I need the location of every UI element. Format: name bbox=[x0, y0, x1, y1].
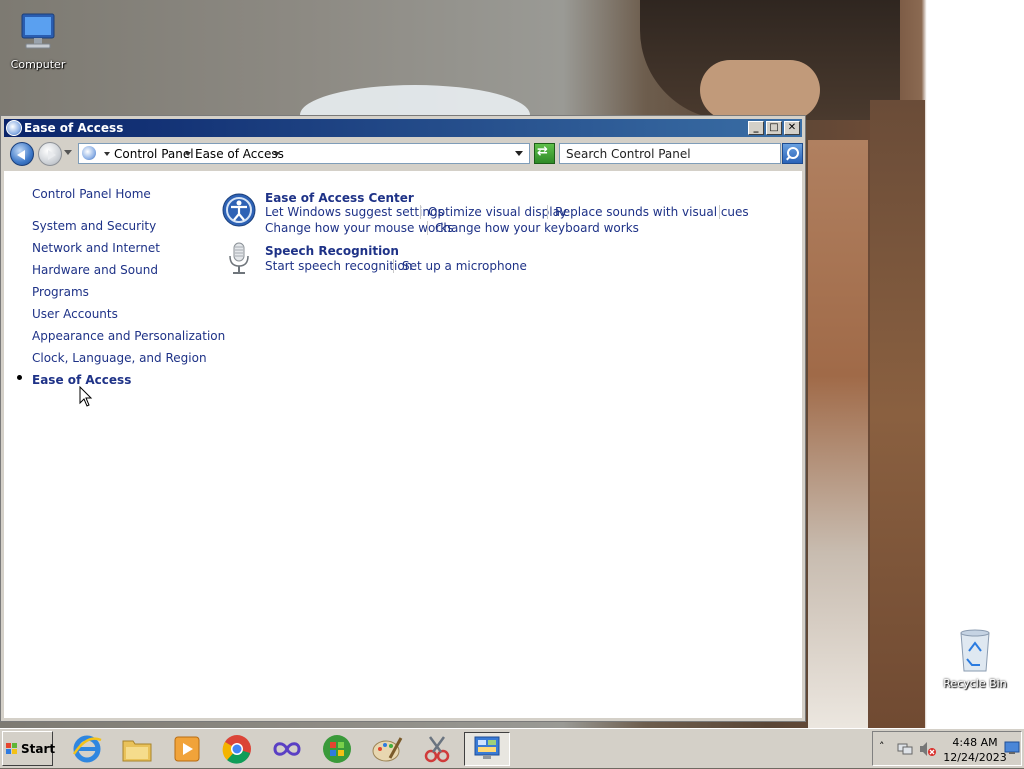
windows-logo-icon bbox=[6, 743, 18, 755]
task-separator bbox=[420, 205, 421, 219]
breadcrumb-item-ease-of-access[interactable]: Ease of Access bbox=[195, 147, 284, 161]
control-panel-icon bbox=[82, 146, 96, 160]
start-label: Start bbox=[21, 742, 56, 756]
window-titlebar[interactable]: Ease of Access _ □ ✕ bbox=[4, 119, 802, 137]
nav-clock-language-region[interactable]: Clock, Language, and Region bbox=[32, 351, 207, 365]
chevron-down-icon[interactable] bbox=[104, 152, 110, 156]
section-title-speech-recognition[interactable]: Speech Recognition bbox=[265, 244, 399, 258]
computer-icon bbox=[16, 10, 60, 54]
task-separator bbox=[393, 259, 394, 273]
network-icon[interactable] bbox=[897, 741, 913, 760]
recent-pages-dropdown-icon[interactable] bbox=[64, 150, 72, 155]
desktop-icon-recycle-bin[interactable]: Recycle Bin bbox=[937, 625, 1013, 690]
nav-ease-of-access[interactable]: Ease of Access bbox=[32, 373, 131, 387]
recycle-bin-icon bbox=[955, 625, 995, 673]
task-start-speech-recognition[interactable]: Start speech recognition bbox=[265, 259, 412, 273]
close-button[interactable]: ✕ bbox=[784, 121, 800, 135]
ease-of-access-icon bbox=[6, 120, 22, 136]
task-separator bbox=[719, 205, 720, 219]
chrome-icon[interactable] bbox=[220, 732, 254, 766]
task-set-up-microphone[interactable]: Set up a microphone bbox=[402, 259, 527, 273]
back-button[interactable] bbox=[10, 142, 34, 166]
task-separator bbox=[427, 221, 428, 235]
address-bar-row: Control Panel Ease of Access Search Cont… bbox=[4, 138, 803, 169]
desktop-icon-label: Computer bbox=[10, 58, 66, 71]
nav-system-and-security[interactable]: System and Security bbox=[32, 219, 156, 233]
start-button[interactable]: Start bbox=[2, 731, 56, 766]
task-separator bbox=[547, 205, 548, 219]
infinity-app-icon[interactable] bbox=[270, 732, 304, 766]
snipping-tool-icon[interactable] bbox=[420, 732, 454, 766]
breadcrumb[interactable]: Control Panel Ease of Access bbox=[78, 143, 530, 164]
nav-hardware-and-sound[interactable]: Hardware and Sound bbox=[32, 263, 158, 277]
taskbar: Start ˄ 4:48 AM 12/24/2023 bbox=[0, 728, 1024, 768]
search-input[interactable]: Search Control Panel bbox=[559, 143, 781, 164]
section-title-ease-of-access-center[interactable]: Ease of Access Center bbox=[265, 191, 414, 205]
chevron-down-icon[interactable] bbox=[185, 152, 191, 156]
desktop-icon-computer[interactable]: Computer bbox=[0, 10, 76, 71]
forward-button[interactable] bbox=[38, 142, 62, 166]
nav-network-and-internet[interactable]: Network and Internet bbox=[32, 241, 160, 255]
nav-control-panel-home[interactable]: Control Panel Home bbox=[32, 187, 151, 201]
current-page-bullet bbox=[17, 375, 22, 380]
maximize-button[interactable]: □ bbox=[766, 121, 782, 135]
mouse-cursor-icon bbox=[79, 386, 93, 407]
show-desktop-icon[interactable] bbox=[1004, 741, 1020, 758]
address-dropdown-icon[interactable] bbox=[515, 151, 523, 156]
control-panel-window: Ease of Access _ □ ✕ Control Panel Ease … bbox=[0, 115, 806, 722]
clock-date[interactable]: 12/24/2023 bbox=[941, 751, 1009, 764]
volume-muted-icon[interactable] bbox=[919, 741, 937, 760]
search-button[interactable] bbox=[782, 143, 803, 164]
ease-of-access-icon bbox=[222, 193, 256, 230]
system-tray: ˄ 4:48 AM 12/24/2023 bbox=[872, 731, 1022, 766]
refresh-button[interactable] bbox=[534, 143, 555, 164]
windows-media-center-icon[interactable] bbox=[320, 732, 354, 766]
nav-user-accounts[interactable]: User Accounts bbox=[32, 307, 118, 321]
control-panel-taskbar-icon[interactable] bbox=[464, 732, 510, 766]
clock-time[interactable]: 4:48 AM bbox=[945, 736, 1005, 749]
minimize-button[interactable]: _ bbox=[748, 121, 764, 135]
nav-programs[interactable]: Programs bbox=[32, 285, 89, 299]
content-pane: Control Panel Home System and Security N… bbox=[4, 171, 802, 718]
media-player-icon[interactable] bbox=[170, 732, 204, 766]
task-let-windows-suggest-settings[interactable]: Let Windows suggest settings bbox=[265, 205, 444, 219]
show-hidden-icons-icon[interactable]: ˄ bbox=[879, 740, 885, 753]
window-title: Ease of Access bbox=[24, 121, 124, 135]
task-change-keyboard[interactable]: Change how your keyboard works bbox=[435, 221, 639, 235]
paint-icon[interactable] bbox=[370, 732, 404, 766]
task-change-mouse[interactable]: Change how your mouse works bbox=[265, 221, 454, 235]
nav-appearance-and-personalization[interactable]: Appearance and Personalization bbox=[32, 329, 225, 343]
internet-explorer-icon[interactable] bbox=[70, 732, 104, 766]
file-explorer-icon[interactable] bbox=[120, 732, 154, 766]
chevron-down-icon[interactable] bbox=[274, 152, 280, 156]
breadcrumb-item-control-panel[interactable]: Control Panel bbox=[114, 147, 194, 161]
microphone-icon bbox=[228, 242, 250, 279]
desktop-icon-label: Recycle Bin bbox=[943, 677, 1007, 690]
